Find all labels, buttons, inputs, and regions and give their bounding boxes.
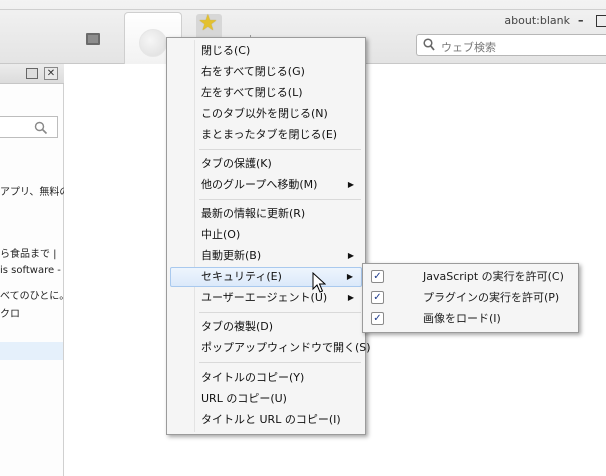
menu-item-copy-title[interactable]: タイトルのコピー(Y) bbox=[170, 368, 362, 388]
menu-separator bbox=[199, 199, 361, 200]
menu-item-copy-url[interactable]: URL のコピー(U) bbox=[170, 389, 362, 409]
panel-line[interactable]: クロ bbox=[0, 305, 64, 320]
menu-item-close-others[interactable]: このタブ以外を閉じる(N) bbox=[170, 104, 362, 124]
search-icon bbox=[423, 38, 435, 51]
menu-label: タブの複製(D) bbox=[201, 320, 274, 333]
submenu-label: JavaScript の実行を許可(C) bbox=[423, 270, 564, 283]
submenu-arrow-icon: ▶ bbox=[347, 251, 354, 260]
menu-item-close-left[interactable]: 左をすべて閉じる(L) bbox=[170, 83, 362, 103]
menu-label: 閉じる(C) bbox=[201, 44, 251, 57]
menu-label: 中止(O) bbox=[201, 228, 241, 241]
checkbox-checked-icon[interactable]: ✓ bbox=[371, 312, 384, 325]
panel-selected-row[interactable] bbox=[0, 342, 63, 360]
menu-item-security[interactable]: セキュリティ(E) ▶ bbox=[170, 267, 362, 287]
menu-label: ユーザーエージェント(U) bbox=[201, 291, 328, 304]
menu-item-close-group[interactable]: まとまったタブを閉じる(E) bbox=[170, 125, 362, 145]
menu-item-copy-title-url[interactable]: タイトルと URL のコピー(I) bbox=[170, 410, 362, 430]
submenu-item-images[interactable]: ✓ 画像をロード(I) bbox=[366, 308, 576, 329]
menu-item-stop[interactable]: 中止(O) bbox=[170, 225, 362, 245]
menu-label: このタブ以外を閉じる(N) bbox=[201, 107, 328, 120]
panel-close-button[interactable]: ✕ bbox=[44, 67, 58, 80]
maximize-button[interactable] bbox=[596, 15, 606, 27]
panel-header: ✕ bbox=[0, 64, 64, 84]
menu-label: まとまったタブを閉じる(E) bbox=[201, 128, 338, 141]
menu-label: タイトルのコピー(Y) bbox=[201, 371, 305, 384]
menu-item-reload[interactable]: 最新の情報に更新(R) bbox=[170, 204, 362, 224]
menu-label: 左をすべて閉じる(L) bbox=[201, 86, 303, 99]
panel-line[interactable]: is software - bbox=[0, 265, 64, 276]
mouse-cursor-icon bbox=[312, 272, 326, 293]
web-search-field[interactable]: ウェブ検索 bbox=[416, 34, 606, 56]
panel-line[interactable]: アプリ、無料の bbox=[0, 183, 64, 198]
submenu-label: プラグインの実行を許可(P) bbox=[423, 291, 560, 304]
security-submenu: ✓ JavaScript の実行を許可(C) ✓ プラグインの実行を許可(P) … bbox=[362, 263, 579, 333]
panel-line[interactable]: ら食品まで | bbox=[0, 245, 64, 260]
menu-label: 最新の情報に更新(R) bbox=[201, 207, 306, 220]
menu-item-auto-reload[interactable]: 自動更新(B) ▶ bbox=[170, 246, 362, 266]
menu-separator bbox=[199, 362, 361, 363]
title-divider bbox=[0, 9, 606, 10]
submenu-arrow-icon: ▶ bbox=[346, 272, 353, 281]
menu-item-user-agent[interactable]: ユーザーエージェント(U) ▶ bbox=[170, 288, 362, 308]
menu-separator bbox=[199, 149, 361, 150]
menu-item-close-right[interactable]: 右をすべて閉じる(G) bbox=[170, 62, 362, 82]
submenu-arrow-icon: ▶ bbox=[347, 293, 354, 302]
tab-group-icon[interactable] bbox=[86, 33, 100, 45]
panel-layout-button[interactable] bbox=[26, 68, 38, 79]
menu-label: 右をすべて閉じる(G) bbox=[201, 65, 305, 78]
submenu-arrow-icon: ▶ bbox=[347, 180, 354, 189]
menu-item-duplicate[interactable]: タブの複製(D) bbox=[170, 317, 362, 337]
menu-item-close[interactable]: 閉じる(C) bbox=[170, 41, 362, 61]
checkbox-checked-icon[interactable]: ✓ bbox=[371, 291, 384, 304]
panel-line[interactable]: べてのひとに。 bbox=[0, 287, 64, 302]
menu-label: URL のコピー(U) bbox=[201, 392, 287, 405]
minimize-button[interactable]: – bbox=[578, 14, 588, 27]
tab-context-menu: 閉じる(C) 右をすべて閉じる(G) 左をすべて閉じる(L) このタブ以外を閉じ… bbox=[166, 37, 371, 435]
menu-label: 他のグループへ移動(M) bbox=[201, 178, 318, 191]
submenu-item-plugins[interactable]: ✓ プラグインの実行を許可(P) bbox=[366, 287, 576, 308]
menu-label: タイトルと URL のコピー(I) bbox=[201, 413, 341, 426]
menu-item-move-group[interactable]: 他のグループへ移動(M) ▶ bbox=[170, 175, 362, 195]
menu-item-protect[interactable]: タブの保護(K) bbox=[170, 154, 362, 174]
star-icon: ★ bbox=[198, 11, 218, 36]
menu-label: 自動更新(B) bbox=[201, 249, 262, 262]
search-placeholder: ウェブ検索 bbox=[441, 41, 496, 54]
search-icon bbox=[34, 121, 48, 135]
submenu-label: 画像をロード(I) bbox=[423, 312, 501, 325]
menu-separator bbox=[199, 312, 361, 313]
panel-search-input[interactable] bbox=[0, 116, 58, 138]
submenu-item-javascript[interactable]: ✓ JavaScript の実行を許可(C) bbox=[366, 266, 576, 287]
menu-item-open-popup[interactable]: ポップアップウィンドウで開く(S) bbox=[170, 338, 371, 358]
checkbox-checked-icon[interactable]: ✓ bbox=[371, 270, 384, 283]
globe-icon bbox=[139, 29, 167, 57]
menu-label: タブの保護(K) bbox=[201, 157, 272, 170]
address-text: about:blank bbox=[504, 14, 570, 27]
side-panel: ✕ アプリ、無料の ら食品まで | is software - べてのひとに。 … bbox=[0, 64, 64, 476]
menu-label: ポップアップウィンドウで開く(S) bbox=[201, 341, 371, 354]
menu-label: セキュリティ(E) bbox=[201, 270, 282, 283]
